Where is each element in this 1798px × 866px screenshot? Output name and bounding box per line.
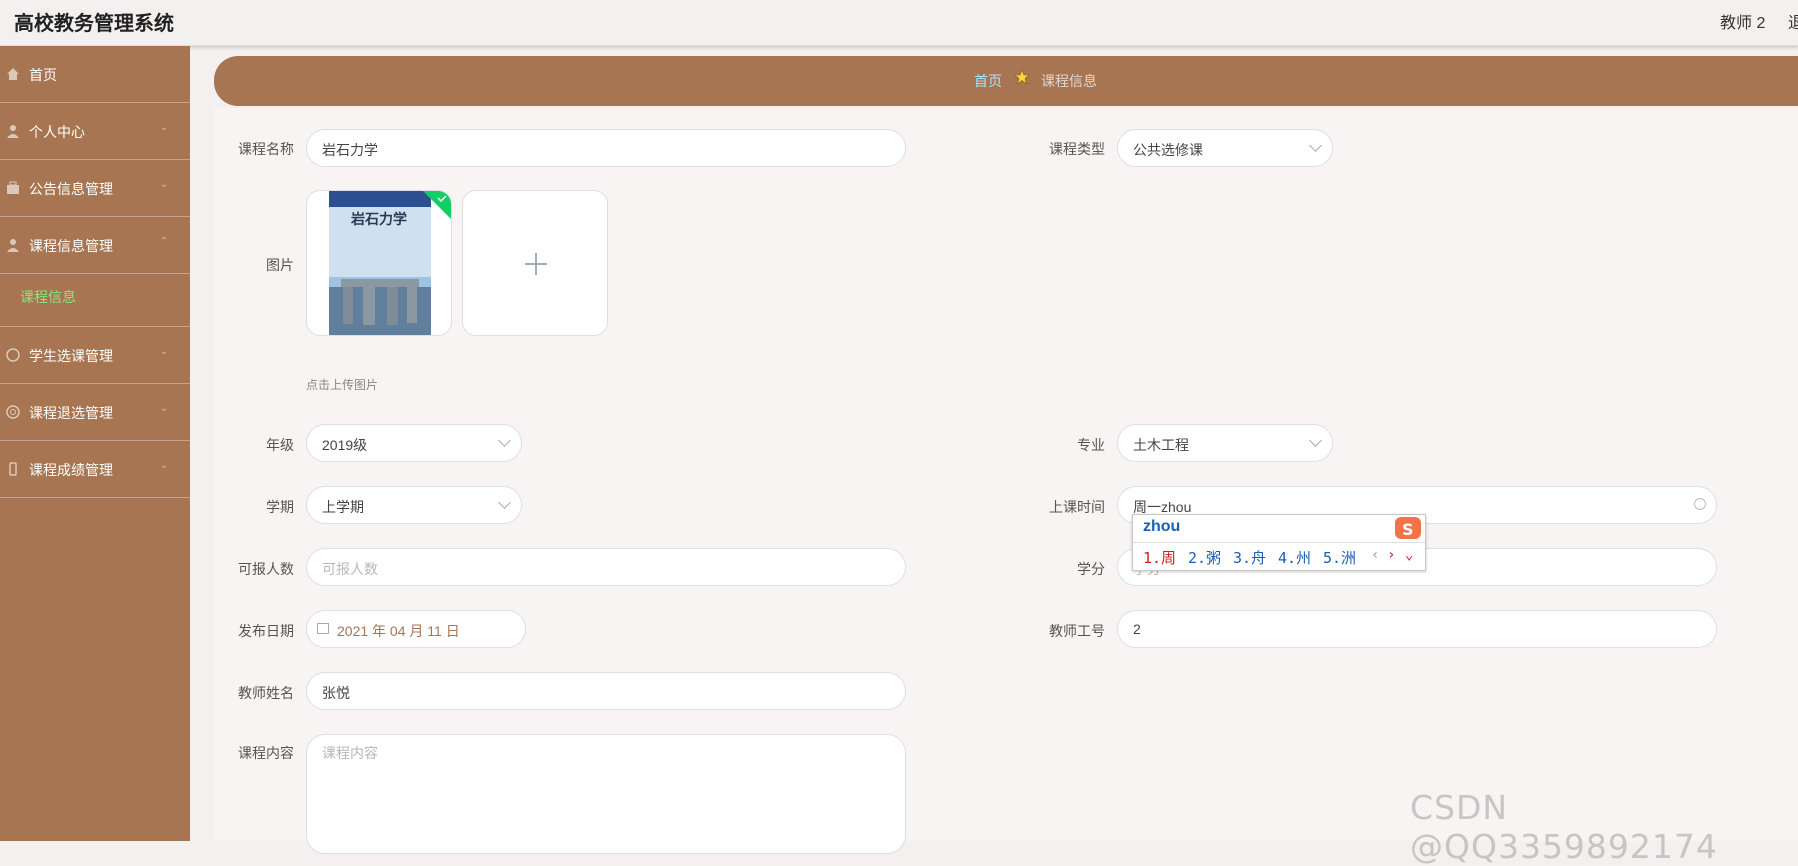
plus-icon <box>525 253 547 275</box>
clear-icon[interactable] <box>1694 498 1706 510</box>
sidebar-item-label: 学生选课管理 <box>29 348 113 364</box>
grade-select[interactable]: 2019级 <box>306 424 522 462</box>
ime-expand-icon[interactable]: ⌄ <box>1405 547 1413 563</box>
teacher-name-label: 教师姓名 <box>238 685 294 701</box>
watermark: CSDN @QQ3359892174 <box>1410 788 1718 866</box>
sidebar-item-personal-center[interactable]: 个人中心 ⌄ <box>0 103 190 160</box>
semester-select[interactable]: 上学期 <box>306 486 522 524</box>
teacher-id-input[interactable]: 2 <box>1117 610 1717 648</box>
chevron-down-icon: ⌄ <box>160 346 169 357</box>
breadcrumb-home-link[interactable]: 首页 <box>974 71 1002 91</box>
teacher-id-value: 2 <box>1133 621 1141 637</box>
ime-candidate[interactable]: 4.州 <box>1278 547 1311 568</box>
ime-candidate[interactable]: 3.舟 <box>1233 547 1266 568</box>
check-badge-icon <box>423 191 451 219</box>
chevron-down-icon <box>498 496 511 509</box>
at-icon <box>6 405 20 419</box>
chevron-down-icon: ⌄ <box>160 122 169 133</box>
sidebar-item-course-selection[interactable]: 学生选课管理 ⌄ <box>0 327 190 384</box>
user-icon <box>7 239 19 252</box>
publish-date-label: 发布日期 <box>238 623 294 639</box>
major-value: 土木工程 <box>1133 437 1189 453</box>
sidebar-subitem-course-info[interactable]: 课程信息 <box>0 274 190 327</box>
ime-composition: zhou <box>1143 518 1181 535</box>
upload-image-button[interactable] <box>462 190 608 336</box>
phone-icon <box>9 462 17 476</box>
sidebar-subitem-label: 课程信息 <box>20 289 76 305</box>
briefcase-icon <box>7 181 19 194</box>
credit-label: 学分 <box>1077 561 1105 577</box>
chevron-down-icon: ⌄ <box>160 403 169 414</box>
image-label: 图片 <box>266 257 294 273</box>
publish-date-value: 2021 年 04 月 11 日 <box>337 623 460 639</box>
content-placeholder: 课程内容 <box>322 745 378 761</box>
publish-date-picker[interactable]: 2021 年 04 月 11 日 <box>306 610 526 648</box>
top-bar: 高校教务管理系统 教师 2 退出 <box>0 0 1798 46</box>
chevron-down-icon <box>1309 434 1322 447</box>
ime-next-icon[interactable]: › <box>1387 547 1395 563</box>
app-title: 高校教务管理系统 <box>14 13 174 35</box>
teacher-name-value: 张悦 <box>322 685 350 701</box>
sidebar-item-course-management[interactable]: 课程信息管理 ⌃ <box>0 217 190 274</box>
sogou-logo-icon: S <box>1395 517 1421 539</box>
content-textarea[interactable]: 课程内容 <box>306 734 906 854</box>
course-type-value: 公共选修课 <box>1133 142 1203 158</box>
ime-candidate[interactable]: 5.洲 <box>1323 547 1356 568</box>
grade-value: 2019级 <box>322 437 368 453</box>
compass-icon <box>6 348 20 362</box>
teacher-id-label: 教师工号 <box>1049 623 1105 639</box>
sidebar-item-home[interactable]: 首页 <box>0 46 190 103</box>
content-label: 课程内容 <box>238 745 294 761</box>
sidebar-item-label: 课程退选管理 <box>29 405 113 421</box>
sidebar-item-label: 公告信息管理 <box>29 181 113 197</box>
sidebar-item-grade-management[interactable]: 课程成绩管理 ⌄ <box>0 441 190 498</box>
course-name-label: 课程名称 <box>238 141 294 157</box>
upload-hint: 点击上传图片 <box>306 378 379 392</box>
star-icon <box>1014 69 1030 85</box>
chevron-down-icon: ⌄ <box>160 179 169 190</box>
breadcrumb: 首页 课程信息 <box>214 56 1798 106</box>
sidebar-item-label: 首页 <box>29 67 57 83</box>
ime-prev-icon[interactable]: ‹ <box>1371 547 1379 563</box>
ime-candidate[interactable]: 1.周 <box>1143 547 1176 568</box>
sidebar-item-label: 个人中心 <box>29 124 85 140</box>
sidebar-item-notice-management[interactable]: 公告信息管理 ⌄ <box>0 160 190 217</box>
chevron-down-icon: ⌄ <box>160 460 169 471</box>
semester-value: 上学期 <box>322 499 364 515</box>
major-label: 专业 <box>1077 437 1105 453</box>
capacity-input[interactable]: 可报人数 <box>306 548 906 586</box>
major-select[interactable]: 土木工程 <box>1117 424 1333 462</box>
capacity-label: 可报人数 <box>238 561 294 577</box>
ime-candidate[interactable]: 2.粥 <box>1188 547 1221 568</box>
user-name: 教师 2 <box>1720 15 1766 32</box>
chevron-down-icon <box>498 434 511 447</box>
class-time-label: 上课时间 <box>1049 499 1105 515</box>
sidebar: 首页 个人中心 ⌄ 公告信息管理 ⌄ 课程信息管理 ⌃ 课程信息 学生选课管理 … <box>0 46 190 841</box>
semester-label: 学期 <box>266 499 294 515</box>
breadcrumb-current: 课程信息 <box>1041 73 1097 89</box>
logout-link[interactable]: 退出 <box>1788 9 1798 33</box>
course-type-select[interactable]: 公共选修课 <box>1117 129 1333 167</box>
teacher-name-input[interactable]: 张悦 <box>306 672 906 710</box>
course-name-input[interactable]: 岩石力学 <box>306 129 906 167</box>
grade-label: 年级 <box>266 437 294 453</box>
chevron-up-icon: ⌃ <box>160 236 169 247</box>
uploaded-image-thumbnail[interactable]: 岩石力学 <box>306 190 452 336</box>
sidebar-item-label: 课程信息管理 <box>29 238 113 254</box>
chevron-down-icon <box>1309 139 1322 152</box>
book-cover-title: 岩石力学 <box>351 213 407 228</box>
home-icon <box>7 68 19 80</box>
svg-text:S: S <box>1402 520 1414 539</box>
user-icon <box>7 125 19 138</box>
capacity-placeholder: 可报人数 <box>322 561 378 577</box>
sidebar-item-label: 课程成绩管理 <box>29 462 113 478</box>
course-name-value: 岩石力学 <box>322 142 378 158</box>
ime-candidate-window: zhou S 1.周 2.粥 3.舟 4.州 5.洲 ‹ › ⌄ <box>1132 514 1426 571</box>
ime-divider <box>1133 542 1425 543</box>
sidebar-item-course-withdrawal[interactable]: 课程退选管理 ⌄ <box>0 384 190 441</box>
calendar-icon <box>317 623 329 634</box>
course-type-label: 课程类型 <box>1049 141 1105 157</box>
